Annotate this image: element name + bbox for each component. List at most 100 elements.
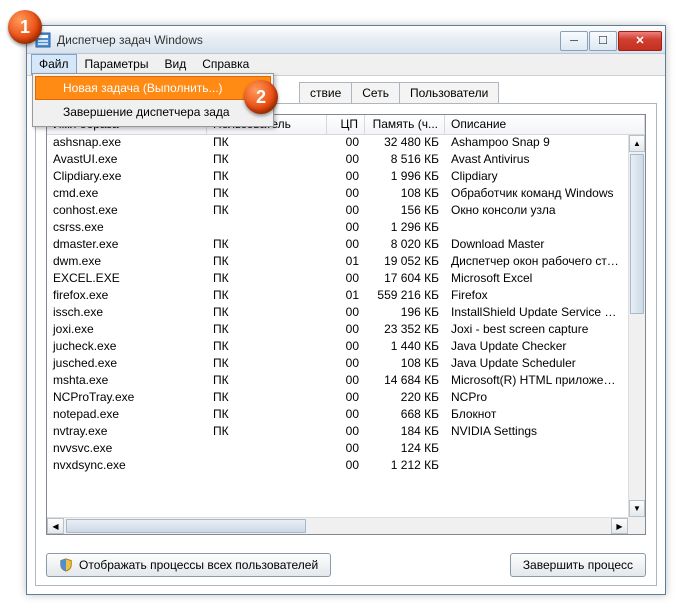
table-row[interactable]: AvastUI.exeПК008 516 КБAvast Antivirus [47, 152, 628, 169]
cell-mem: 184 КБ [365, 424, 445, 441]
table-row[interactable]: ashsnap.exeПК0032 480 КБAshampoo Snap 9 [47, 135, 628, 152]
cell-mem: 17 604 КБ [365, 271, 445, 288]
cell-user: ПК [207, 237, 327, 254]
annotation-marker-1: 1 [8, 10, 42, 44]
maximize-button[interactable]: ☐ [589, 31, 617, 51]
table-row[interactable]: notepad.exeПК00668 КББлокнот [47, 407, 628, 424]
scroll-down-icon[interactable]: ▼ [629, 500, 645, 517]
cell-cpu: 00 [327, 390, 365, 407]
show-all-users-button[interactable]: Отображать процессы всех пользователей [46, 553, 331, 577]
shield-icon [59, 558, 73, 572]
cell-desc: Ashampoo Snap 9 [445, 135, 628, 152]
cell-mem: 32 480 КБ [365, 135, 445, 152]
scroll-right-icon[interactable]: ▶ [611, 518, 628, 534]
cell-desc: Microsoft(R) HTML приложение [445, 373, 628, 390]
cell-cpu: 00 [327, 152, 365, 169]
cell-cpu: 00 [327, 407, 365, 424]
cell-cpu: 00 [327, 441, 365, 458]
cell-name: ashsnap.exe [47, 135, 207, 152]
cell-mem: 196 КБ [365, 305, 445, 322]
titlebar[interactable]: Диспетчер задач Windows ─ ☐ ✕ [27, 26, 665, 54]
menu-file[interactable]: Файл [31, 54, 77, 75]
table-row[interactable]: nvxdsync.exe001 212 КБ [47, 458, 628, 475]
col-memory[interactable]: Память (ч... [365, 115, 445, 134]
scroll-up-icon[interactable]: ▲ [629, 135, 645, 152]
table-row[interactable]: NCProTray.exeПК00220 КБNCPro [47, 390, 628, 407]
cell-name: notepad.exe [47, 407, 207, 424]
cell-mem: 559 216 КБ [365, 288, 445, 305]
cell-desc: InstallShield Update Service Sch [445, 305, 628, 322]
table-row[interactable]: Clipdiary.exeПК001 996 КБClipdiary [47, 169, 628, 186]
cell-name: AvastUI.exe [47, 152, 207, 169]
table-row[interactable]: csrss.exe001 296 КБ [47, 220, 628, 237]
table-row[interactable]: mshta.exeПК0014 684 КБMicrosoft(R) HTML … [47, 373, 628, 390]
tab-performance[interactable]: ствие [299, 82, 352, 104]
cell-desc: Firefox [445, 288, 628, 305]
close-button[interactable]: ✕ [618, 31, 662, 51]
cell-name: joxi.exe [47, 322, 207, 339]
table-row[interactable]: jucheck.exeПК001 440 КБJava Update Check… [47, 339, 628, 356]
cell-desc: Окно консоли узла [445, 203, 628, 220]
table-row[interactable]: nvvsvc.exe00124 КБ [47, 441, 628, 458]
cell-name: csrss.exe [47, 220, 207, 237]
table-row[interactable]: firefox.exeПК01559 216 КБFirefox [47, 288, 628, 305]
scroll-left-icon[interactable]: ◀ [47, 518, 64, 534]
cell-desc: NVIDIA Settings [445, 424, 628, 441]
table-row[interactable]: dwm.exeПК0119 052 КБДиспетчер окон рабоч… [47, 254, 628, 271]
tab-network[interactable]: Сеть [351, 82, 400, 104]
table-row[interactable]: joxi.exeПК0023 352 КБJoxi - best screen … [47, 322, 628, 339]
menu-exit[interactable]: Завершение диспетчера зада [35, 100, 271, 124]
cell-mem: 1 212 КБ [365, 458, 445, 475]
cell-user [207, 220, 327, 237]
cell-desc: Обработчик команд Windows [445, 186, 628, 203]
cell-user: ПК [207, 305, 327, 322]
scroll-thumb-v[interactable] [630, 154, 644, 314]
cell-desc: Диспетчер окон рабочего стола [445, 254, 628, 271]
cell-mem: 1 996 КБ [365, 169, 445, 186]
cell-desc: Java Update Scheduler [445, 356, 628, 373]
scroll-thumb-h[interactable] [66, 519, 306, 533]
end-process-button[interactable]: Завершить процесс [510, 553, 646, 577]
table-row[interactable]: jusched.exeПК00108 КБJava Update Schedul… [47, 356, 628, 373]
table-row[interactable]: nvtray.exeПК00184 КБNVIDIA Settings [47, 424, 628, 441]
table-row[interactable]: cmd.exeПК00108 КБОбработчик команд Windo… [47, 186, 628, 203]
tab-users[interactable]: Пользователи [399, 82, 499, 104]
cell-name: Clipdiary.exe [47, 169, 207, 186]
cell-user: ПК [207, 271, 327, 288]
table-row[interactable]: EXCEL.EXEПК0017 604 КБMicrosoft Excel [47, 271, 628, 288]
bottom-buttons: Отображать процессы всех пользователей З… [46, 553, 646, 577]
table-row[interactable]: issch.exeПК00196 КБInstallShield Update … [47, 305, 628, 322]
cell-user: ПК [207, 424, 327, 441]
cell-user: ПК [207, 186, 327, 203]
table-row[interactable]: dmaster.exeПК008 020 КБDownload Master [47, 237, 628, 254]
cell-user: ПК [207, 407, 327, 424]
process-rows[interactable]: ashsnap.exeПК0032 480 КБAshampoo Snap 9A… [47, 135, 628, 517]
cell-name: issch.exe [47, 305, 207, 322]
minimize-button[interactable]: ─ [560, 31, 588, 51]
cell-user: ПК [207, 390, 327, 407]
cell-desc: Download Master [445, 237, 628, 254]
vertical-scrollbar[interactable]: ▲ ▼ [628, 135, 645, 517]
cell-mem: 108 КБ [365, 356, 445, 373]
col-description[interactable]: Описание [445, 115, 645, 134]
cell-user: ПК [207, 169, 327, 186]
table-row[interactable]: conhost.exeПК00156 КБОкно консоли узла [47, 203, 628, 220]
cell-desc: NCPro [445, 390, 628, 407]
scroll-corner [628, 517, 645, 534]
cell-cpu: 00 [327, 305, 365, 322]
cell-user: ПК [207, 254, 327, 271]
cell-name: dmaster.exe [47, 237, 207, 254]
menu-options[interactable]: Параметры [77, 54, 157, 75]
cell-user [207, 458, 327, 475]
cell-name: jusched.exe [47, 356, 207, 373]
cell-desc: Joxi - best screen capture [445, 322, 628, 339]
cell-cpu: 00 [327, 424, 365, 441]
col-cpu[interactable]: ЦП [327, 115, 365, 134]
menu-help[interactable]: Справка [194, 54, 257, 75]
menu-new-task[interactable]: Новая задача (Выполнить...) [35, 76, 271, 100]
horizontal-scrollbar[interactable]: ◀ ▶ [47, 517, 628, 534]
menu-view[interactable]: Вид [156, 54, 194, 75]
cell-mem: 668 КБ [365, 407, 445, 424]
cell-desc [445, 220, 628, 237]
content-area: ствие Сеть Пользователи Имя образа Польз… [35, 81, 657, 586]
